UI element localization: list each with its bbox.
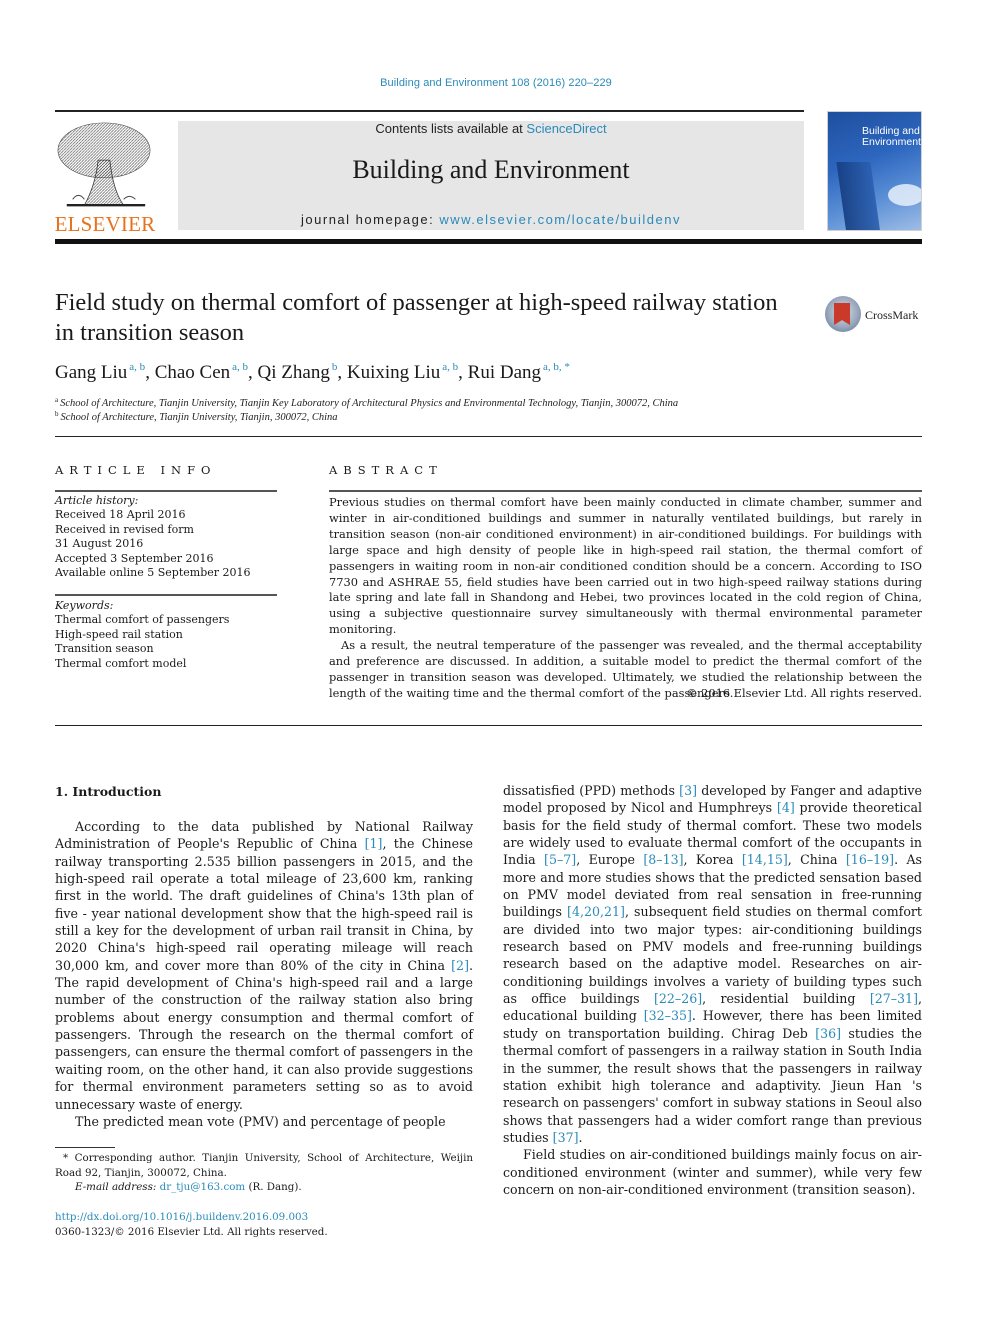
cover-cloud-graphic	[888, 184, 921, 206]
abstract-heading: ABSTRACT	[329, 463, 443, 477]
citation-link[interactable]: [27–31]	[870, 991, 918, 1006]
cover-building-graphic	[836, 162, 882, 230]
body-paragraph: The predicted mean vote (PMV) and percen…	[75, 1113, 446, 1129]
citation-link[interactable]: [1]	[365, 836, 383, 851]
journal-banner: Contents lists available at ScienceDirec…	[178, 121, 804, 230]
footnote-rule	[55, 1147, 115, 1148]
email-suffix: (R. Dang).	[245, 1181, 302, 1193]
author-affiliation-link[interactable]: a, b	[129, 361, 145, 373]
author-affiliation-link[interactable]: a, b	[442, 361, 458, 373]
keyword: Transition season	[55, 642, 154, 656]
keyword: Thermal comfort model	[55, 656, 187, 670]
elsevier-logo[interactable]: ELSEVIER	[50, 118, 160, 236]
author[interactable]: Qi Zhang b	[258, 361, 338, 383]
citation-link[interactable]: [14,15]	[742, 852, 788, 867]
history-label: Article history:	[55, 494, 139, 507]
citation-link[interactable]: [36]	[815, 1026, 841, 1041]
citation-link[interactable]: [4]	[777, 800, 795, 815]
journal-citation-link[interactable]: Building and Environment 108 (2016) 220–…	[0, 77, 992, 89]
history-item: 31 August 2016	[55, 537, 144, 551]
citation-link[interactable]: [3]	[679, 783, 697, 798]
article-info-heading: ARTICLE INFO	[55, 463, 217, 477]
citation-link[interactable]: [37]	[553, 1130, 579, 1145]
divider	[55, 436, 922, 438]
citation-link[interactable]: [5–7]	[544, 852, 576, 867]
corresponding-author-footnote: * Corresponding author. Tianjin Universi…	[55, 1151, 473, 1195]
abstract-body: Previous studies on thermal comfort have…	[329, 495, 922, 702]
header-thick-rule	[55, 239, 922, 244]
body-column-right: dissatisfied (PPD) methods [3] developed…	[503, 782, 922, 1198]
elsevier-wordmark: ELSEVIER	[54, 212, 156, 236]
divider	[55, 490, 277, 492]
history-item: Accepted 3 September 2016	[55, 551, 214, 565]
cover-title: Building and Environment	[862, 125, 921, 148]
author[interactable]: Gang Liu a, b	[55, 361, 145, 383]
corresponding-author-text: Corresponding author. Tianjin University…	[55, 1152, 473, 1179]
journal-homepage-link[interactable]: www.elsevier.com/locate/buildenv	[439, 212, 681, 227]
elsevier-tree-icon	[57, 122, 151, 207]
author-affiliation-link[interactable]: a, b, *	[543, 361, 570, 373]
sciencedirect-link[interactable]: ScienceDirect	[526, 121, 606, 136]
body-paragraph: dissatisfied (PPD) methods [3] developed…	[503, 783, 923, 1145]
keywords: Keywords: Thermal comfort of passengers …	[55, 599, 280, 671]
author[interactable]: Chao Cen a, b	[155, 361, 248, 383]
citation-link[interactable]: [32–35]	[644, 1008, 692, 1023]
footnote-marker: *	[63, 1152, 69, 1164]
author-affiliation-link[interactable]: b	[332, 361, 338, 373]
abstract-copyright: © 2016 Elsevier Ltd. All rights reserved…	[686, 686, 922, 700]
journal-homepage-line: journal homepage: www.elsevier.com/locat…	[178, 212, 804, 227]
body-paragraph: Field studies on air-conditioned buildin…	[503, 1147, 922, 1197]
body-paragraph: According to the data published by Natio…	[55, 819, 474, 1112]
author[interactable]: Rui Dang a, b, *	[468, 361, 570, 383]
citation-link[interactable]: [22–26]	[654, 991, 702, 1006]
keyword: High-speed rail station	[55, 627, 183, 641]
keyword: Thermal comfort of passengers	[55, 613, 230, 627]
divider	[55, 594, 277, 596]
section-heading-introduction: 1. Introduction	[55, 784, 162, 799]
doi-link[interactable]: http://dx.doi.org/10.1016/j.buildenv.201…	[55, 1210, 328, 1225]
abstract-paragraph: Previous studies on thermal comfort have…	[329, 495, 922, 637]
keywords-label: Keywords:	[55, 599, 114, 612]
email-link[interactable]: dr_tju@163.com	[160, 1181, 246, 1193]
contents-available-line: Contents lists available at ScienceDirec…	[178, 121, 804, 136]
citation-link[interactable]: [8–13]	[643, 852, 683, 867]
journal-cover-image[interactable]: Building and Environment	[827, 111, 922, 231]
header-top-rule	[55, 110, 804, 112]
crossmark-button[interactable]: CrossMark	[823, 296, 933, 336]
email-line: E-mail address: dr_tju@163.com (R. Dang)…	[55, 1180, 473, 1195]
citation-link[interactable]: [16–19]	[846, 852, 894, 867]
history-item: Received in revised form	[55, 522, 194, 536]
email-label: E-mail address:	[75, 1181, 160, 1193]
divider	[55, 725, 922, 727]
body-column-left: According to the data published by Natio…	[55, 818, 473, 1130]
citation-link[interactable]: [2]	[451, 958, 469, 973]
affiliation-a: a School of Architecture, Tianjin Univers…	[55, 396, 679, 409]
history-item: Available online 5 September 2016	[55, 566, 251, 580]
affiliation-b: b School of Architecture, Tianjin Univers…	[55, 410, 338, 423]
author-list: Gang Liu a, b, Chao Cen a, b, Qi Zhang b, K…	[55, 361, 570, 383]
issn-copyright: 0360-1323/© 2016 Elsevier Ltd. All right…	[55, 1225, 328, 1238]
homepage-prefix: journal homepage:	[301, 212, 440, 227]
crossmark-label: CrossMark	[865, 308, 919, 322]
doi-block: http://dx.doi.org/10.1016/j.buildenv.201…	[55, 1210, 328, 1239]
paper-title: Field study on thermal comfort of passen…	[55, 289, 778, 346]
contents-prefix: Contents lists available at	[375, 121, 527, 136]
author[interactable]: Kuixing Liu a, b	[347, 361, 458, 383]
citation-link[interactable]: [4,20,21]	[567, 904, 625, 919]
journal-name: Building and Environment	[352, 155, 630, 184]
history-item: Received 18 April 2016	[55, 508, 186, 522]
author-affiliation-link[interactable]: a, b	[232, 361, 248, 373]
article-history: Article history: Received 18 April 2016 …	[55, 494, 280, 580]
divider	[329, 490, 922, 492]
